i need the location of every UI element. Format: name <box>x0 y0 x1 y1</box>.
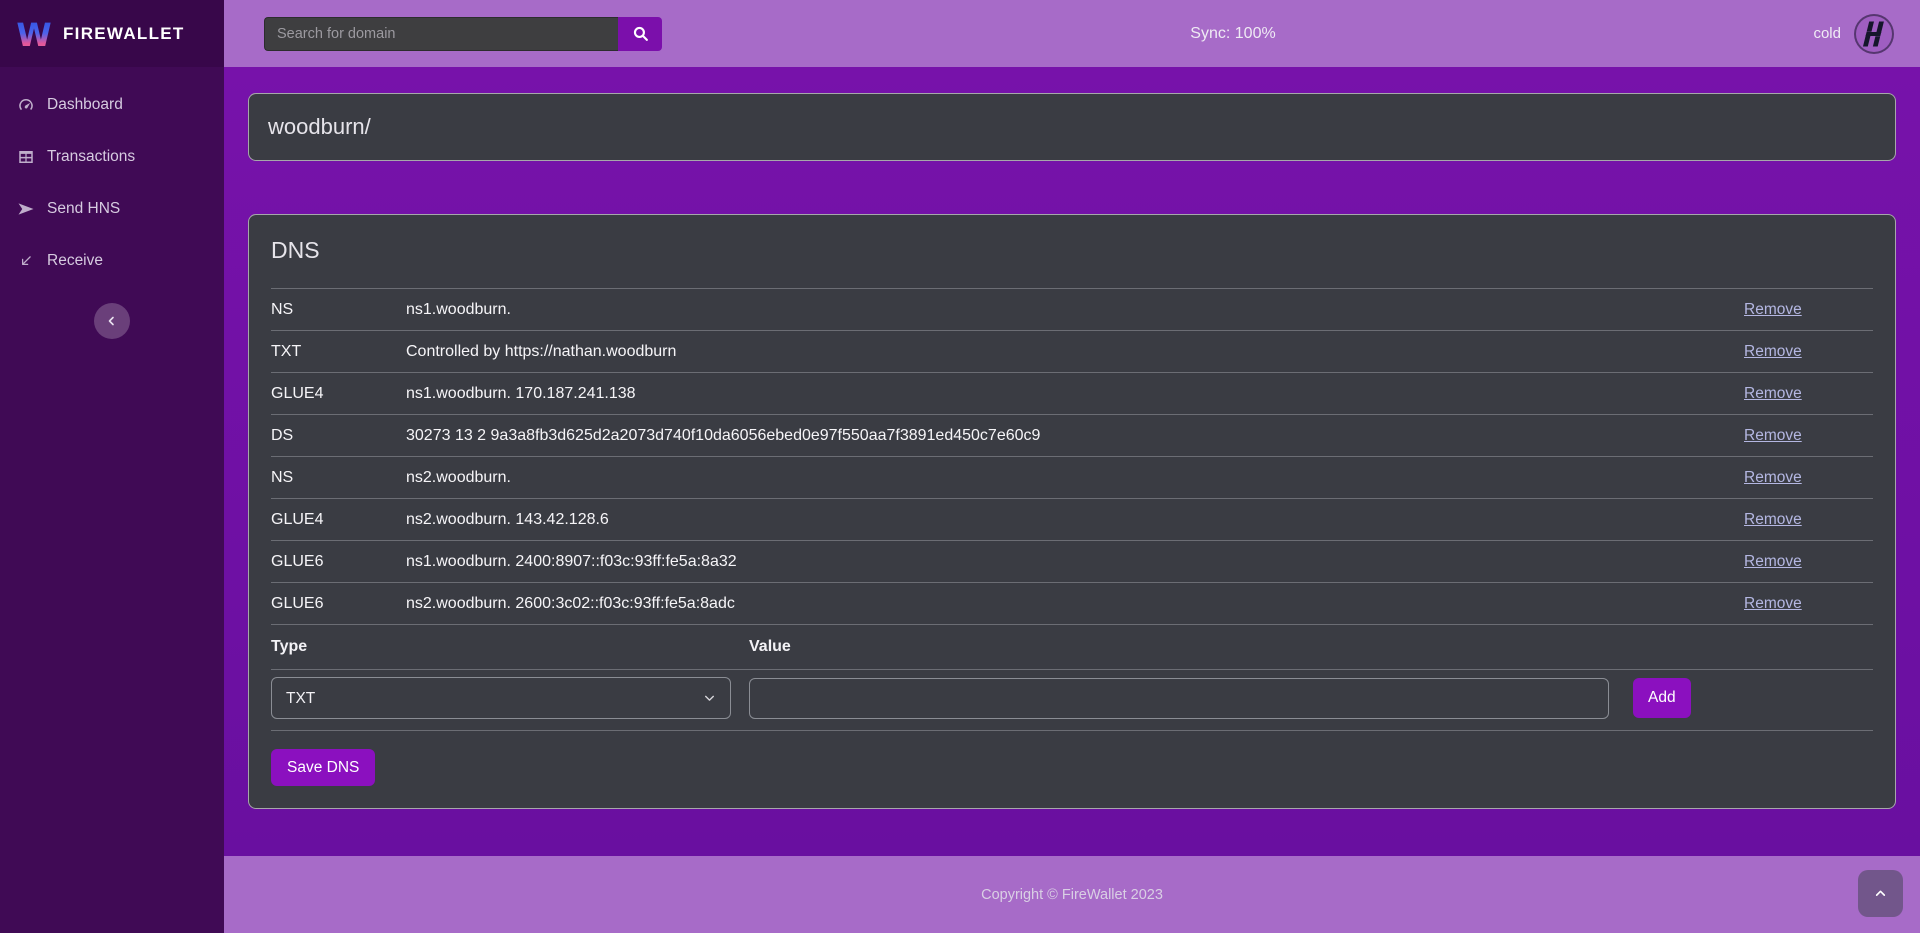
save-row: Save DNS <box>271 730 1873 786</box>
dns-record-remove-link[interactable]: Remove <box>1744 469 1802 487</box>
dns-record-row: TXT Controlled by https://nathan.woodbur… <box>271 330 1873 372</box>
record-type-select[interactable]: TXT <box>271 677 731 719</box>
dns-record-row: DS 30273 13 2 9a3a8fb3d625d2a2073d740f10… <box>271 414 1873 456</box>
dns-record-remove-link[interactable]: Remove <box>1744 595 1802 613</box>
receive-icon <box>17 252 35 270</box>
sidebar-item-label: Receive <box>47 252 103 270</box>
brand-title: FIREWALLET <box>63 24 185 44</box>
dns-record-value: ns1.woodburn. 2400:8907::f03c:93ff:fe5a:… <box>406 553 1744 571</box>
dns-record-row: GLUE6 ns1.woodburn. 2400:8907::f03c:93ff… <box>271 540 1873 582</box>
dns-record-value: ns2.woodburn. 143.42.128.6 <box>406 511 1744 529</box>
dns-card: DNS NS ns1.woodburn. Remove TXT Controll… <box>248 214 1896 809</box>
dns-record-type: NS <box>271 301 406 319</box>
dns-record-row: NS ns1.woodburn. Remove <box>271 288 1873 330</box>
scroll-to-top-button[interactable] <box>1858 870 1903 917</box>
dns-form-header: Type Value <box>271 624 1873 670</box>
dns-record-type: GLUE6 <box>271 595 406 613</box>
type-column-header: Type <box>271 638 749 656</box>
dns-record-row: NS ns2.woodburn. Remove <box>271 456 1873 498</box>
handshake-icon <box>1857 17 1891 51</box>
search-button[interactable] <box>618 17 662 51</box>
search-input[interactable] <box>264 17 618 51</box>
topbar: Sync: 100% cold <box>224 0 1920 67</box>
sidebar-collapse-button[interactable] <box>94 303 130 339</box>
value-column-header: Value <box>749 638 1633 656</box>
firewallet-logo-icon: W <box>16 14 52 54</box>
domain-card: woodburn/ <box>248 93 1896 161</box>
record-value-input[interactable] <box>749 678 1609 719</box>
dns-record-value: 30273 13 2 9a3a8fb3d625d2a2073d740f10da6… <box>406 427 1744 445</box>
send-icon <box>17 200 35 218</box>
dashboard-icon <box>17 96 35 114</box>
dns-record-remove-link[interactable]: Remove <box>1744 553 1802 571</box>
sidebar-item-send-hns[interactable]: Send HNS <box>0 183 224 235</box>
domain-title: woodburn/ <box>268 114 1876 140</box>
sync-status: Sync: 100% <box>1190 25 1275 43</box>
dns-add-form: TXT Add <box>271 670 1873 730</box>
sidebar-item-receive[interactable]: Receive <box>0 235 224 287</box>
dns-record-remove-link[interactable]: Remove <box>1744 511 1802 529</box>
search-icon <box>632 25 649 42</box>
dns-record-row: GLUE4 ns2.woodburn. 143.42.128.6 Remove <box>271 498 1873 540</box>
footer: Copyright © FireWallet 2023 <box>224 856 1920 933</box>
dns-record-type: GLUE4 <box>271 385 406 403</box>
sidebar-item-transactions[interactable]: Transactions <box>0 131 224 183</box>
wallet-avatar[interactable] <box>1854 14 1894 54</box>
sidebar-item-dashboard[interactable]: Dashboard <box>0 79 224 131</box>
content: woodburn/ DNS NS ns1.woodburn. Remove TX… <box>224 67 1920 856</box>
dns-record-type: DS <box>271 427 406 445</box>
main-area: Sync: 100% cold <box>224 0 1920 933</box>
dns-record-remove-link[interactable]: Remove <box>1744 427 1802 445</box>
dns-record-value: ns2.woodburn. <box>406 469 1744 487</box>
dns-records: NS ns1.woodburn. Remove TXT Controlled b… <box>271 288 1873 624</box>
dns-record-value: ns1.woodburn. <box>406 301 1744 319</box>
dns-record-row: GLUE6 ns2.woodburn. 2600:3c02::f03c:93ff… <box>271 582 1873 624</box>
brand[interactable]: W FIREWALLET <box>0 0 224 67</box>
dns-record-value: ns1.woodburn. 170.187.241.138 <box>406 385 1744 403</box>
add-record-button[interactable]: Add <box>1633 678 1691 718</box>
dns-record-value: Controlled by https://nathan.woodburn <box>406 343 1744 361</box>
dns-card-title: DNS <box>271 237 1873 264</box>
dns-record-value: ns2.woodburn. 2600:3c02::f03c:93ff:fe5a:… <box>406 595 1744 613</box>
chevron-left-icon <box>106 315 118 327</box>
dns-record-type: GLUE6 <box>271 553 406 571</box>
sidebar-nav: Dashboard Transactions Send HNS Receive <box>0 67 224 287</box>
dns-record-type: TXT <box>271 343 406 361</box>
sidebar-item-label: Dashboard <box>47 96 123 114</box>
dns-record-remove-link[interactable]: Remove <box>1744 385 1802 403</box>
chevron-up-icon <box>1874 887 1887 900</box>
sidebar-item-label: Send HNS <box>47 200 120 218</box>
transactions-icon <box>17 148 35 166</box>
dns-record-type: NS <box>271 469 406 487</box>
copyright-text: Copyright © FireWallet 2023 <box>981 887 1163 903</box>
sidebar: W FIREWALLET Dashboard Transactions Send… <box>0 0 224 933</box>
dns-record-row: GLUE4 ns1.woodburn. 170.187.241.138 Remo… <box>271 372 1873 414</box>
wallet-name-label: cold <box>1813 25 1841 42</box>
save-dns-button[interactable]: Save DNS <box>271 749 375 786</box>
dns-record-type: GLUE4 <box>271 511 406 529</box>
dns-record-remove-link[interactable]: Remove <box>1744 301 1802 319</box>
topbar-right: cold <box>1813 14 1894 54</box>
dns-record-remove-link[interactable]: Remove <box>1744 343 1802 361</box>
domain-search-form <box>264 17 662 51</box>
svg-text:W: W <box>16 16 51 54</box>
sidebar-item-label: Transactions <box>47 148 135 166</box>
